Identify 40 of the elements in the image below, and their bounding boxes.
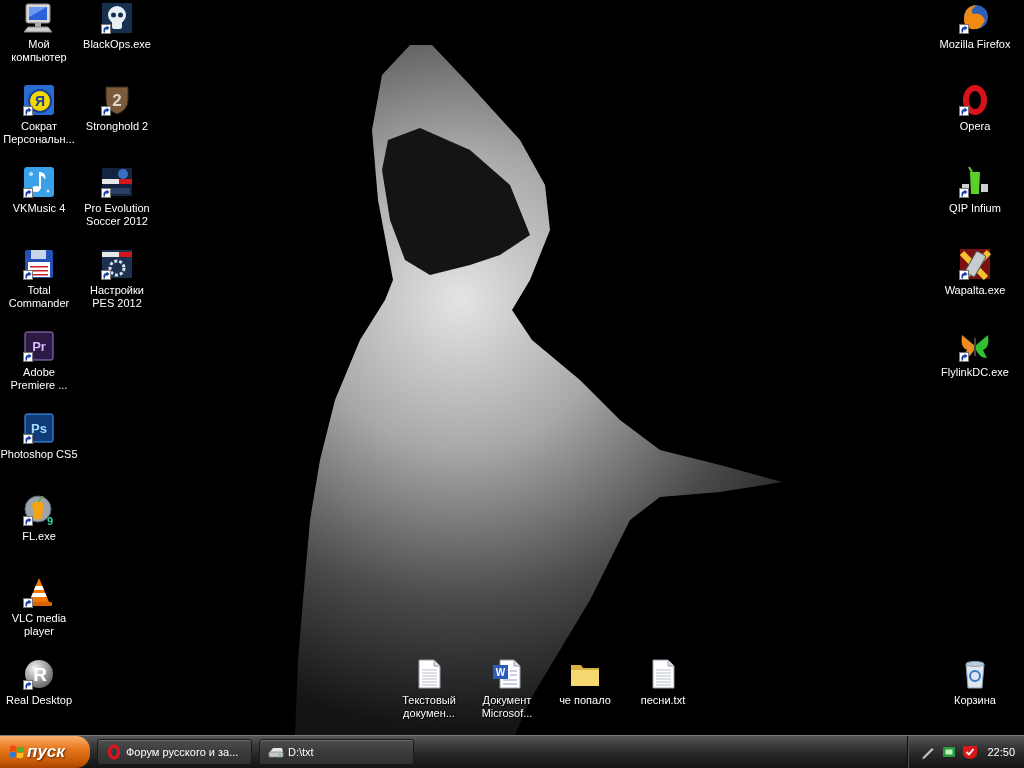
game-cover-icon[interactable] [101,248,133,280]
desktop-icon-label[interactable]: Total Commander [8,284,70,310]
desktop-icon-label[interactable]: Wapalta.exe [944,284,1006,297]
desktop-icon-label[interactable]: Корзина [954,694,996,707]
flag-icon [9,744,25,760]
desktop-icon-label[interactable]: че попало [559,694,611,707]
skull-icon[interactable] [101,2,133,34]
letter-tile-icon[interactable]: Pr [23,330,55,362]
computer-icon[interactable] [23,2,55,34]
taskbar-button[interactable]: Форум русского и за... [97,739,252,765]
desktop-icon-label[interactable]: VLC media player [11,612,67,638]
game-cover-icon[interactable] [101,166,133,198]
letter-tile-icon[interactable]: Ps [23,412,55,444]
desktop-icon-label[interactable]: Настройки PES 2012 [90,284,144,310]
taskbar-button[interactable]: D:\txt [259,739,414,765]
music-note-icon[interactable] [23,166,55,198]
desktop-icon-label[interactable]: BlackOps.exe [83,38,151,51]
desktop-icon-label[interactable]: песни.txt [640,694,686,707]
shield-icon[interactable] [962,744,979,760]
desktop-icon-label[interactable]: QIP Infium [949,202,1001,215]
desktop-icon-label[interactable]: FL.exe [22,530,56,543]
desktop-icon-label[interactable]: Stronghold 2 [85,120,149,133]
desktop-icon-label[interactable]: Документ Microsof... [481,694,533,720]
desktop-icon-label[interactable]: Opera [959,120,991,133]
desktop-icon-label[interactable]: Adobe Premiere ... [10,366,68,392]
desktop-icon-label[interactable]: Текстовый докумен... [402,694,456,720]
desktop-icon-label[interactable]: FlylinkDC.exe [941,366,1009,379]
clock[interactable]: 22:50 [987,746,1015,758]
desktop-icon-label[interactable]: Сократ Персональн... [3,120,75,146]
screen-icon[interactable] [941,744,958,760]
desktop-icon-label[interactable]: Real Desktop [5,694,72,707]
desktop-icon-label[interactable]: VKMusic 4 [12,202,66,215]
desktop-icon-label[interactable]: Мой компьютер [11,38,67,64]
ring-icon [106,744,122,760]
ring-tile-icon[interactable]: Я [23,84,55,116]
desktop-icon-label[interactable]: Photoshop CS5 [0,448,78,461]
fruit-icon[interactable]: 9 [23,494,55,526]
mobile-phone-icon[interactable] [959,248,991,280]
desktop-icon-label[interactable]: Mozilla Firefox [939,38,1011,51]
desktop-icon-label[interactable]: Pro Evolution Soccer 2012 [84,202,150,228]
